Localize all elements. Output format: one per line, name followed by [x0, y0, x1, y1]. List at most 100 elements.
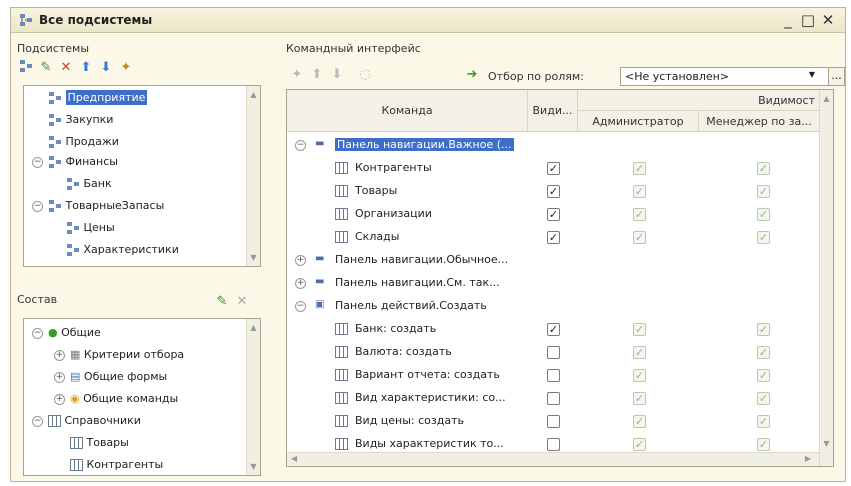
subsystems-scrollbar[interactable]: ▲ ▼	[246, 86, 260, 266]
command-row[interactable]: Вид характеристики: со... ✓ ✓	[287, 387, 819, 410]
subsystem-icon[interactable]	[17, 59, 35, 77]
manager-visibility-checkbox[interactable]: ✓	[757, 162, 770, 175]
admin-visibility-checkbox[interactable]: ✓	[633, 392, 646, 405]
expand-icon[interactable]: +	[54, 372, 65, 383]
command-row[interactable]: Банк: создать ✓ ✓ ✓	[287, 318, 819, 341]
command-row[interactable]: Склады ✓ ✓ ✓	[287, 226, 819, 249]
tree-item[interactable]: Предприятие	[48, 88, 148, 108]
tree-item[interactable]: Цены	[66, 218, 115, 238]
admin-visibility-checkbox[interactable]: ✓	[633, 185, 646, 198]
delete-icon[interactable]: ✕	[57, 59, 75, 77]
minimize-button[interactable]: _	[779, 11, 797, 29]
tree-item[interactable]: Продажи	[48, 132, 119, 152]
scroll-down-icon[interactable]: ▼	[247, 462, 260, 471]
composition-tree[interactable]: − ● Общие + ▦ Критерии отбора + ▤ Общие …	[23, 318, 261, 476]
command-vscroll[interactable]: ▲ ▼	[819, 90, 833, 466]
expand-icon[interactable]: +	[295, 278, 306, 289]
manager-visibility-checkbox[interactable]: ✓	[757, 415, 770, 428]
column-header-command[interactable]: Команда	[287, 90, 528, 132]
command-group-row[interactable]: + ▬ Панель навигации.См. так...	[287, 272, 819, 295]
expand-icon[interactable]: +	[54, 394, 65, 405]
command-row[interactable]: Вариант отчета: создать ✓ ✓	[287, 364, 819, 387]
manager-visibility-checkbox[interactable]: ✓	[757, 231, 770, 244]
collapse-icon[interactable]: −	[32, 157, 43, 168]
move-down-icon[interactable]: ⬇	[97, 59, 115, 77]
collapse-icon[interactable]: −	[295, 301, 306, 312]
command-row[interactable]: Валюта: создать ✓ ✓	[287, 341, 819, 364]
edit-icon[interactable]: ✎	[37, 59, 55, 77]
column-header-manager[interactable]: Менеджер по за...	[699, 111, 820, 132]
wand-icon[interactable]: ✦	[117, 59, 135, 77]
scroll-left-icon[interactable]: ◀	[291, 454, 297, 463]
maximize-button[interactable]: □	[799, 11, 817, 29]
manager-visibility-checkbox[interactable]: ✓	[757, 438, 770, 451]
visible-checkbox[interactable]	[547, 392, 560, 405]
manager-visibility-checkbox[interactable]: ✓	[757, 346, 770, 359]
collapse-icon[interactable]: −	[32, 328, 43, 339]
tree-item[interactable]: ● Общие	[48, 323, 101, 343]
tree-item[interactable]: Контрагенты	[70, 455, 163, 475]
command-group-row[interactable]: − ▬ Панель навигации.Важное (...	[287, 134, 819, 157]
close-button[interactable]: ✕	[819, 11, 837, 29]
role-filter-select[interactable]: <Не установлен> ▼	[620, 67, 834, 86]
manager-visibility-checkbox[interactable]: ✓	[757, 369, 770, 382]
tree-item[interactable]: Характеристики	[66, 240, 179, 260]
tree-item[interactable]: ◉ Общие команды	[70, 389, 178, 409]
admin-visibility-checkbox[interactable]: ✓	[633, 415, 646, 428]
delete-icon[interactable]: ✕	[233, 293, 251, 311]
manager-visibility-checkbox[interactable]: ✓	[757, 208, 770, 221]
visible-checkbox[interactable]: ✓	[547, 231, 560, 244]
move-up-icon[interactable]: ⬆	[308, 66, 326, 84]
command-group-row[interactable]: + ▬ Панель навигации.Обычное...	[287, 249, 819, 272]
column-header-admin[interactable]: Администратор	[578, 111, 699, 132]
scroll-down-icon[interactable]: ▼	[247, 253, 260, 262]
tree-item[interactable]: Банк	[66, 174, 112, 194]
refresh-icon[interactable]: ◌	[356, 66, 374, 84]
composition-scrollbar[interactable]: ▲ ▼	[246, 319, 260, 475]
visible-checkbox[interactable]	[547, 438, 560, 451]
admin-visibility-checkbox[interactable]: ✓	[633, 346, 646, 359]
tree-item[interactable]: ТоварныеЗапасы	[48, 196, 164, 216]
visible-checkbox[interactable]: ✓	[547, 185, 560, 198]
visible-checkbox[interactable]	[547, 346, 560, 359]
command-row[interactable]: Товары ✓ ✓ ✓	[287, 180, 819, 203]
tree-item[interactable]: ▤ Общие формы	[70, 367, 167, 387]
subsystems-tree[interactable]: Предприятие Закупки Продажи − Финансы Ба…	[23, 85, 261, 267]
edit-icon[interactable]: ✎	[213, 293, 231, 311]
visible-checkbox[interactable]: ✓	[547, 208, 560, 221]
title-bar[interactable]: Все подсистемы _ □ ✕	[11, 8, 845, 33]
admin-visibility-checkbox[interactable]: ✓	[633, 369, 646, 382]
move-down-icon[interactable]: ⬇	[328, 66, 346, 84]
admin-visibility-checkbox[interactable]: ✓	[633, 162, 646, 175]
command-hscroll[interactable]: ◀ ▶	[287, 452, 819, 466]
visible-checkbox[interactable]: ✓	[547, 162, 560, 175]
collapse-icon[interactable]: −	[32, 416, 43, 427]
scroll-up-icon[interactable]: ▲	[820, 94, 833, 103]
tree-item[interactable]: Справочники	[48, 411, 141, 431]
admin-visibility-checkbox[interactable]: ✓	[633, 208, 646, 221]
admin-visibility-checkbox[interactable]: ✓	[633, 438, 646, 451]
scroll-down-icon[interactable]: ▼	[820, 439, 833, 448]
manager-visibility-checkbox[interactable]: ✓	[757, 323, 770, 336]
expand-icon[interactable]: +	[295, 255, 306, 266]
visible-checkbox[interactable]	[547, 415, 560, 428]
more-button[interactable]: ...	[828, 67, 845, 86]
manager-visibility-checkbox[interactable]: ✓	[757, 392, 770, 405]
command-grid[interactable]: Команда Види... Видимост Администратор М…	[286, 89, 834, 467]
tree-item[interactable]: ▦ Критерии отбора	[70, 345, 184, 365]
tree-item[interactable]: Товары	[70, 433, 129, 453]
collapse-icon[interactable]: −	[32, 201, 43, 212]
column-header-visibility[interactable]: Видимост	[578, 90, 820, 111]
role-filter-icon[interactable]: ➜	[463, 66, 481, 84]
manager-visibility-checkbox[interactable]: ✓	[757, 185, 770, 198]
tree-item[interactable]: Финансы	[48, 152, 118, 172]
tree-item[interactable]: Закупки	[48, 110, 113, 130]
column-header-visible[interactable]: Види...	[528, 90, 578, 132]
admin-visibility-checkbox[interactable]: ✓	[633, 323, 646, 336]
command-row[interactable]: Контрагенты ✓ ✓ ✓	[287, 157, 819, 180]
scroll-right-icon[interactable]: ▶	[805, 454, 811, 463]
collapse-icon[interactable]: −	[295, 140, 306, 151]
command-row[interactable]: Вид цены: создать ✓ ✓	[287, 410, 819, 433]
visible-checkbox[interactable]: ✓	[547, 323, 560, 336]
admin-visibility-checkbox[interactable]: ✓	[633, 231, 646, 244]
